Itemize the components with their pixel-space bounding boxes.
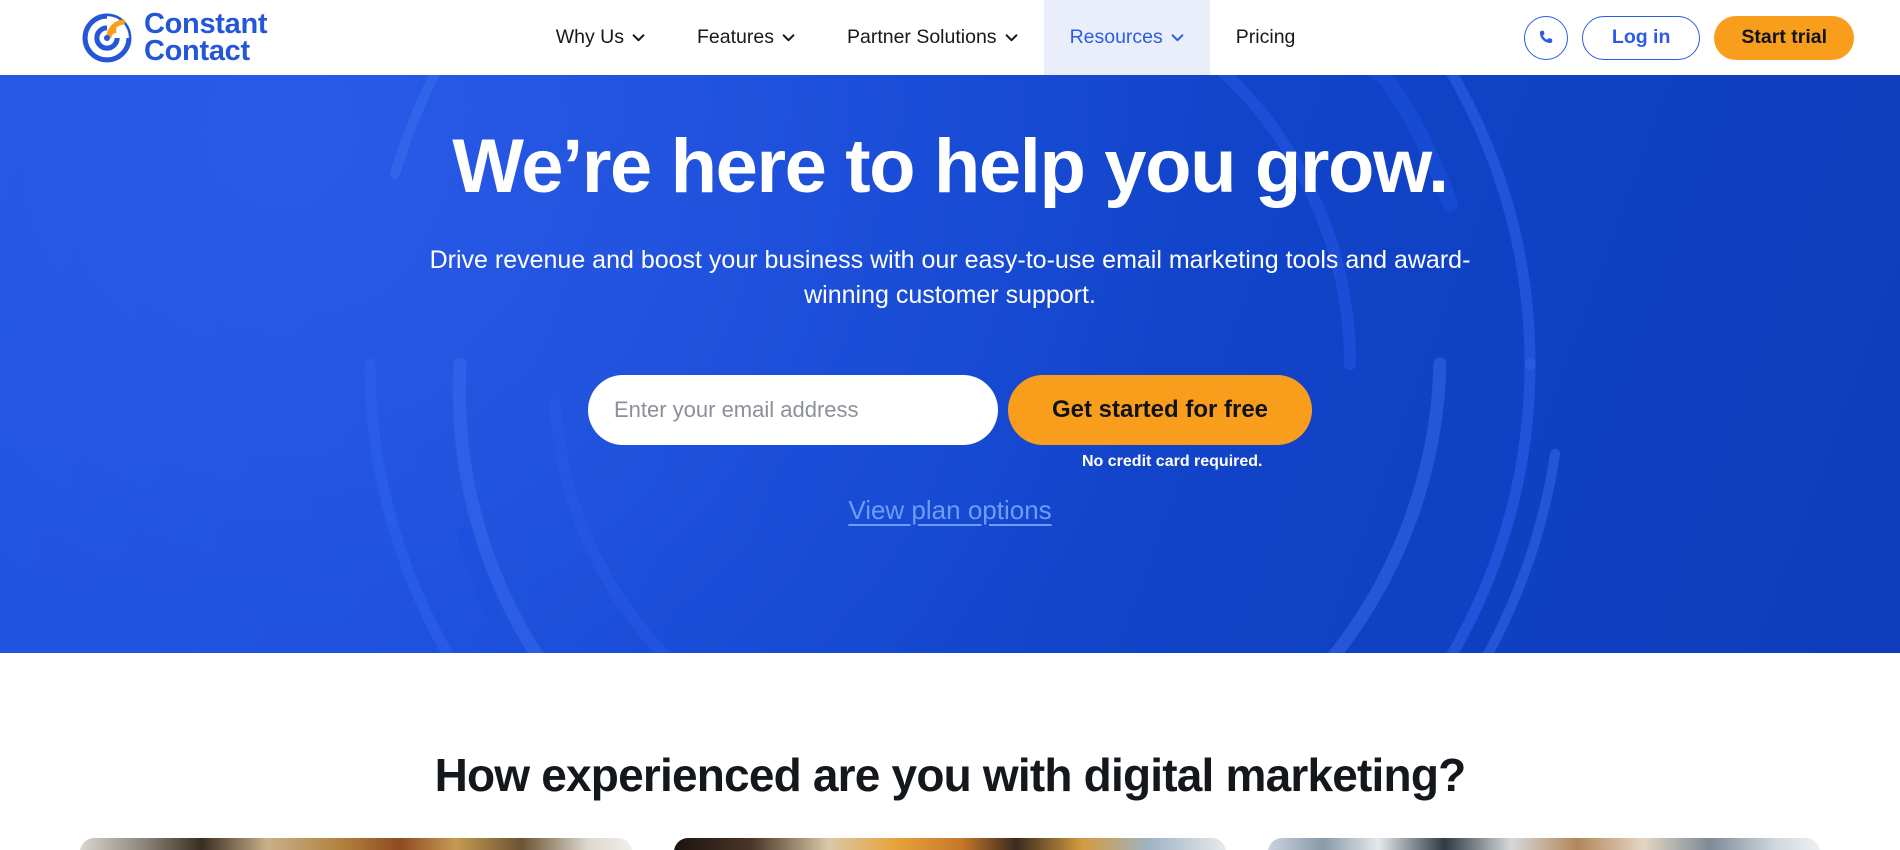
experience-section-title: How experienced are you with digital mar… — [434, 749, 1467, 801]
logo-wordmark: Constant Contact — [144, 7, 268, 67]
chevron-down-icon — [1005, 31, 1018, 44]
hero-title: We’re here to help you grow. — [452, 124, 1449, 209]
experience-card-list — [80, 838, 1820, 850]
card-image-3 — [1268, 838, 1820, 850]
logo-word-line2: Contact — [144, 34, 250, 67]
nav-item-partner-solutions[interactable]: Partner Solutions — [821, 0, 1044, 75]
nav-label-partner-solutions: Partner Solutions — [846, 26, 997, 48]
experience-card-2[interactable] — [674, 838, 1226, 850]
nav-label-pricing: Pricing — [1235, 26, 1296, 48]
experience-section: How experienced are you with digital mar… — [0, 653, 1900, 850]
login-label: Log in — [1611, 26, 1671, 48]
hero-signup-form: Get started for free — [0, 374, 1900, 445]
nav-label-why-us: Why Us — [555, 26, 625, 48]
hero-subtitle: Drive revenue and boost your business wi… — [429, 245, 1471, 309]
nav-label-resources: Resources — [1069, 26, 1163, 48]
login-button[interactable]: Log in — [1581, 15, 1701, 60]
phone-icon — [1536, 28, 1555, 47]
site-header: Constant Contact Why Us Features Partner… — [0, 0, 1900, 75]
header-actions: Log in Start trial — [1523, 0, 1900, 75]
nav-item-resources[interactable]: Resources — [1043, 0, 1210, 75]
constant-contact-logo-icon — [80, 11, 134, 65]
start-trial-button[interactable]: Start trial — [1714, 15, 1854, 60]
chevron-down-icon — [1171, 31, 1184, 44]
phone-button[interactable] — [1523, 15, 1568, 60]
get-started-button[interactable]: Get started for free — [1007, 374, 1313, 445]
view-plan-options-wrap: View plan options — [0, 495, 1900, 526]
experience-card-1[interactable] — [80, 838, 632, 850]
email-input[interactable] — [587, 374, 998, 445]
hero-section: We’re here to help you grow. Drive reven… — [0, 75, 1900, 653]
nav-item-features[interactable]: Features — [671, 0, 821, 75]
main-navigation: Why Us Features Partner Solutions Resour… — [327, 0, 1524, 75]
chevron-down-icon — [782, 31, 795, 44]
experience-card-3[interactable] — [1268, 838, 1820, 850]
logo[interactable]: Constant Contact — [0, 0, 268, 75]
view-plan-options-link[interactable]: View plan options — [848, 495, 1051, 526]
card-image-1 — [80, 838, 632, 850]
hero-content: We’re here to help you grow. Drive reven… — [0, 75, 1900, 526]
nav-item-why-us[interactable]: Why Us — [530, 0, 671, 75]
no-credit-card-note: No credit card required. — [1082, 452, 1263, 470]
logo-word-line1: Constant — [144, 7, 268, 40]
no-credit-card-note-wrap: No credit card required. — [0, 453, 1900, 475]
start-trial-label: Start trial — [1741, 26, 1827, 48]
nav-label-features: Features — [697, 26, 774, 48]
nav-item-pricing[interactable]: Pricing — [1210, 0, 1322, 75]
chevron-down-icon — [632, 31, 645, 44]
card-image-2 — [674, 838, 1226, 850]
